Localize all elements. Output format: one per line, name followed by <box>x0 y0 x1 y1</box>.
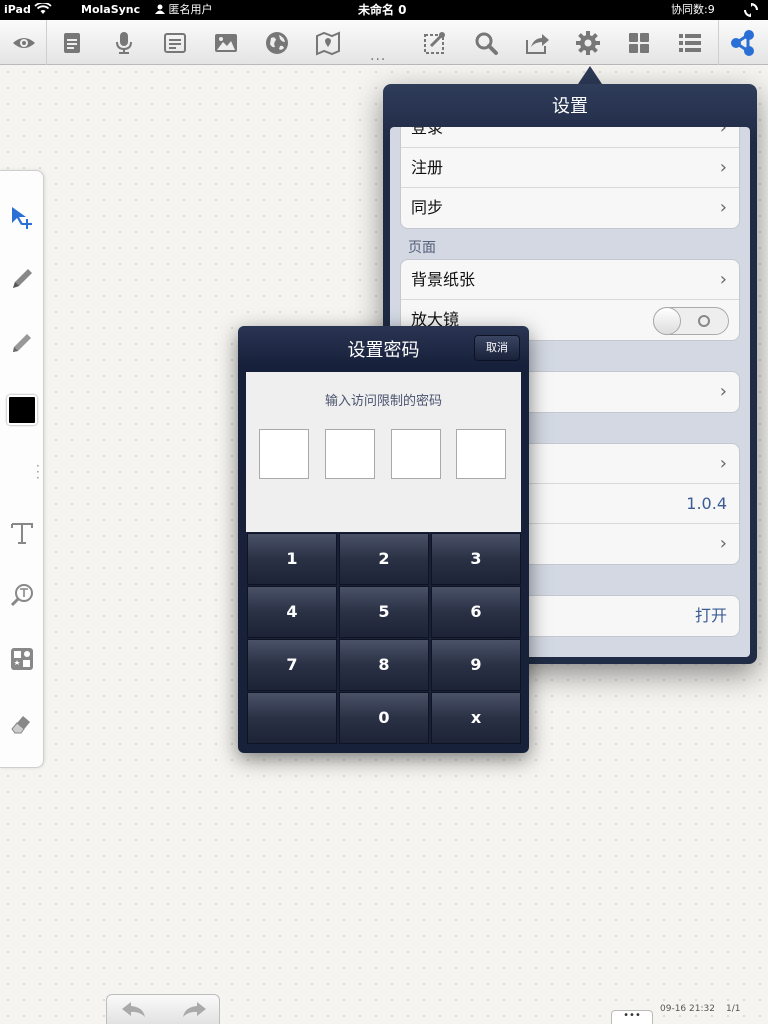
list-view-icon[interactable] <box>676 29 704 57</box>
password-entry-panel: 输入访问限制的密码 <box>246 372 521 532</box>
microphone-icon[interactable] <box>110 29 138 57</box>
key-0[interactable]: 0 <box>339 692 429 744</box>
settings-title: 设置 <box>552 96 588 117</box>
chevron-right-icon: › <box>719 197 727 218</box>
pin-digit-box[interactable] <box>259 429 309 479</box>
key-5[interactable]: 5 <box>339 586 429 638</box>
map-icon[interactable] <box>314 29 342 57</box>
key-delete[interactable]: x <box>431 692 521 744</box>
chevron-right-icon: › <box>719 533 727 554</box>
settings-row-register[interactable]: 注册 › <box>401 148 739 188</box>
undo-icon[interactable] <box>119 999 149 1021</box>
pencil-icon[interactable] <box>8 329 36 357</box>
wifi-icon <box>34 1 52 19</box>
chevron-right-icon: › <box>719 453 727 474</box>
document-title: 未命名 0 <box>358 3 407 17</box>
user-label: 匿名用户 <box>155 3 213 17</box>
app-name: MolaSync <box>81 3 141 16</box>
tool-rail: · · · <box>0 170 44 768</box>
key-4[interactable]: 4 <box>247 586 337 638</box>
password-prompt: 输入访问限制的密码 <box>324 394 442 409</box>
open-value: 打开 <box>694 606 727 625</box>
user-icon <box>155 4 165 14</box>
toolbar-more[interactable]: ... <box>370 48 386 64</box>
section-header-page: 页面 <box>408 240 436 256</box>
more-menu-button[interactable]: ••• <box>611 1010 653 1024</box>
key-1[interactable]: 1 <box>247 533 337 585</box>
numeric-keypad: 1 2 3 4 5 6 7 8 9 0 x <box>247 533 521 745</box>
key-2[interactable]: 2 <box>339 533 429 585</box>
selection-icon[interactable] <box>421 29 449 57</box>
timestamp: 09-16 21:32 <box>660 1004 715 1014</box>
stamp-icon[interactable] <box>8 645 36 673</box>
popover-arrow <box>578 66 602 84</box>
image-icon[interactable] <box>212 29 240 57</box>
sync-icon[interactable] <box>744 3 758 21</box>
undo-redo-bar <box>106 994 220 1024</box>
toggle-knob <box>653 307 681 335</box>
grid-view-icon[interactable] <box>625 29 653 57</box>
chevron-right-icon: › <box>719 381 727 402</box>
select-move-icon[interactable] <box>8 203 36 231</box>
pin-digit-box[interactable] <box>391 429 441 479</box>
share-icon[interactable] <box>523 29 551 57</box>
settings-row-login[interactable]: 登录 › <box>401 127 739 148</box>
key-3[interactable]: 3 <box>431 533 521 585</box>
note-icon[interactable] <box>161 29 189 57</box>
gear-icon[interactable] <box>574 29 602 57</box>
row-label: 同步 <box>411 198 444 217</box>
eraser-icon[interactable] <box>8 709 36 737</box>
pin-digit-box[interactable] <box>456 429 506 479</box>
globe-icon[interactable] <box>263 29 291 57</box>
status-bar: iPad MolaSync 匿名用户 未命名 0 协同数:9 <box>0 0 768 20</box>
eye-icon[interactable] <box>10 29 38 57</box>
toggle-off-icon <box>698 315 710 327</box>
text-search-icon[interactable] <box>8 581 36 609</box>
user-name: 匿名用户 <box>168 3 213 16</box>
key-blank <box>247 692 337 744</box>
row-label: 背景纸张 <box>411 270 476 289</box>
collaborator-count: 协同数:9 <box>671 3 715 16</box>
key-7[interactable]: 7 <box>247 639 337 691</box>
document-icon[interactable] <box>58 29 86 57</box>
color-swatch[interactable] <box>7 395 37 425</box>
chevron-right-icon: › <box>719 127 727 138</box>
account-group: 登录 › 注册 › 同步 › <box>400 127 740 229</box>
key-6[interactable]: 6 <box>431 586 521 638</box>
pen-icon[interactable] <box>8 265 36 293</box>
device-label: iPad <box>4 3 31 16</box>
row-label: 注册 <box>411 158 444 177</box>
more-dots-icon[interactable]: · · · <box>36 460 40 484</box>
password-dialog: 设置密码 取消 输入访问限制的密码 1 2 3 4 5 6 7 8 9 0 x <box>238 326 529 753</box>
chevron-right-icon: › <box>719 157 727 178</box>
settings-row-background[interactable]: 背景纸张 › <box>401 260 739 300</box>
pin-digit-box[interactable] <box>325 429 375 479</box>
key-9[interactable]: 9 <box>431 639 521 691</box>
collaboration-icon[interactable] <box>729 29 757 57</box>
cancel-button[interactable]: 取消 <box>474 335 520 361</box>
search-icon[interactable] <box>472 29 500 57</box>
version-value: 1.0.4 <box>686 494 727 513</box>
text-icon[interactable] <box>8 519 36 547</box>
page-indicator: 1/1 <box>726 1004 741 1014</box>
redo-icon[interactable] <box>179 999 209 1021</box>
settings-row-sync[interactable]: 同步 › <box>401 188 739 228</box>
key-8[interactable]: 8 <box>339 639 429 691</box>
row-label: 登录 <box>411 127 444 137</box>
main-toolbar: ... <box>0 20 768 65</box>
magnifier-toggle[interactable] <box>653 307 729 335</box>
chevron-right-icon: › <box>719 269 727 290</box>
